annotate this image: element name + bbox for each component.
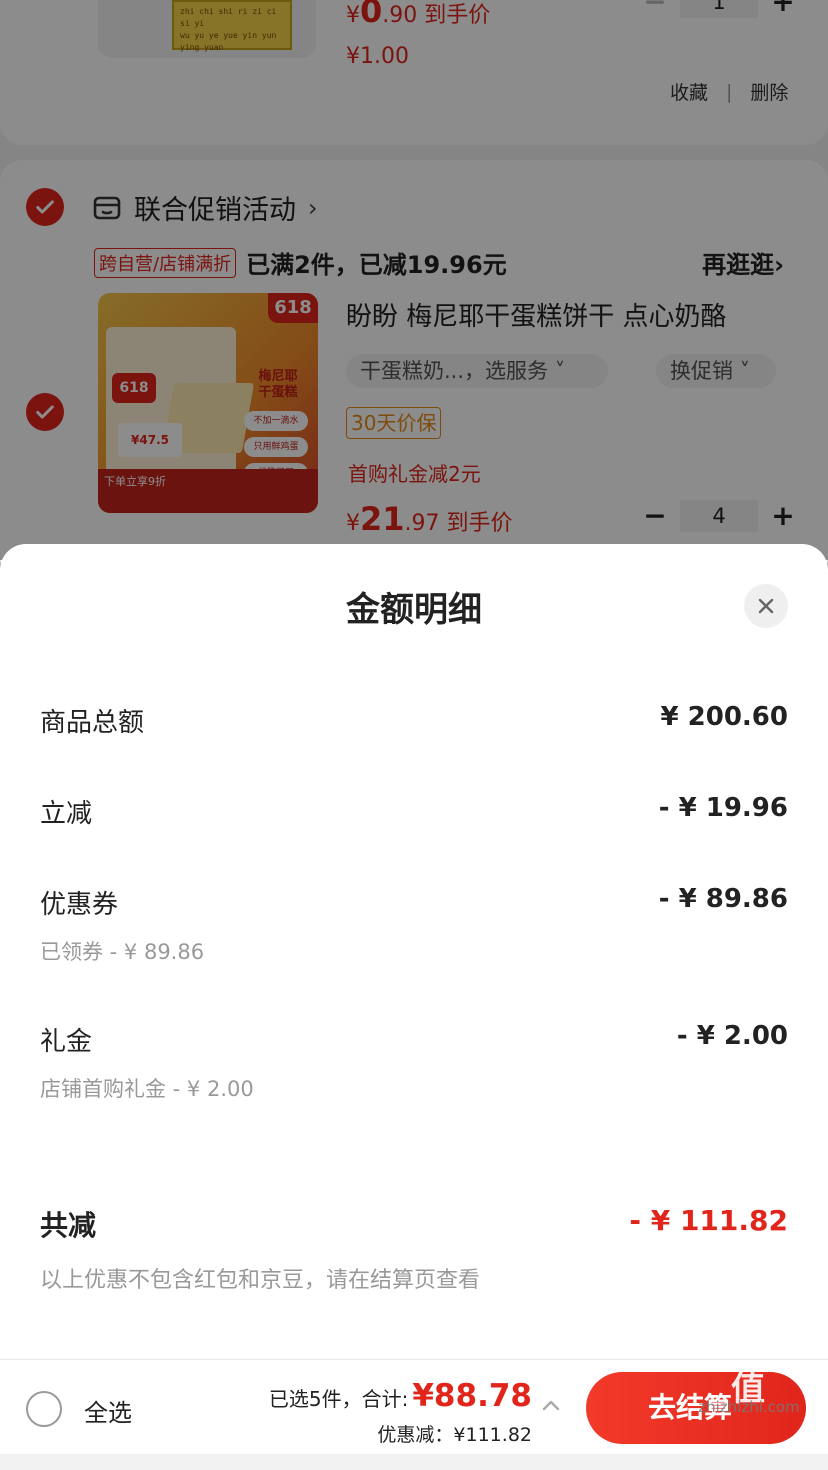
row-label: 优惠券 <box>40 890 119 920</box>
row-value: - ¥ 89.86 <box>658 884 788 914</box>
bottom-strip <box>0 1454 828 1470</box>
chevron-up-icon[interactable] <box>540 1394 562 1416</box>
row-value: - ¥ 2.00 <box>676 1021 788 1051</box>
watermark-url: zhizhizhi.com <box>698 1398 800 1416</box>
selected-count-label: 已选5件，合计: <box>268 1387 409 1411</box>
row-label: 礼金 <box>40 1027 93 1057</box>
row-sub: 店铺首购礼金 - ¥ 2.00 <box>40 1077 254 1101</box>
amount-details-sheet: 金额明细 商品总额 ¥ 200.60 立减 - ¥ 19.96 优惠券 - ¥ … <box>0 544 828 1359</box>
total-summary: 已选5件，合计: ¥88.78 <box>269 1378 532 1414</box>
row-sub: 已领券 - ¥ 89.86 <box>40 940 205 964</box>
row-value: ¥ 200.60 <box>660 702 788 732</box>
row-value: - ¥ 19.96 <box>658 793 788 823</box>
close-icon <box>758 598 774 614</box>
select-all-label[interactable]: 全选 <box>84 1393 132 1428</box>
row-label: 商品总额 <box>40 708 145 738</box>
row-label: 立减 <box>40 799 93 829</box>
sheet-title: 金额明细 <box>346 590 482 630</box>
row-sub: 以上优惠不包含红包和京豆，请在结算页查看 <box>40 1268 481 1293</box>
watermark: 值 zhizhizhi.com <box>674 1369 824 1416</box>
row-value: - ¥ 111.82 <box>629 1204 788 1237</box>
watermark-logo: 值 <box>731 1369 767 1409</box>
modal-backdrop[interactable] <box>0 0 828 560</box>
close-button[interactable] <box>744 584 788 628</box>
row-label: 共减 <box>40 1209 97 1242</box>
discount-summary: 优惠减：¥111.82 <box>377 1424 532 1446</box>
total-amount: ¥88.78 <box>412 1378 532 1414</box>
select-all-radio[interactable] <box>26 1391 62 1427</box>
